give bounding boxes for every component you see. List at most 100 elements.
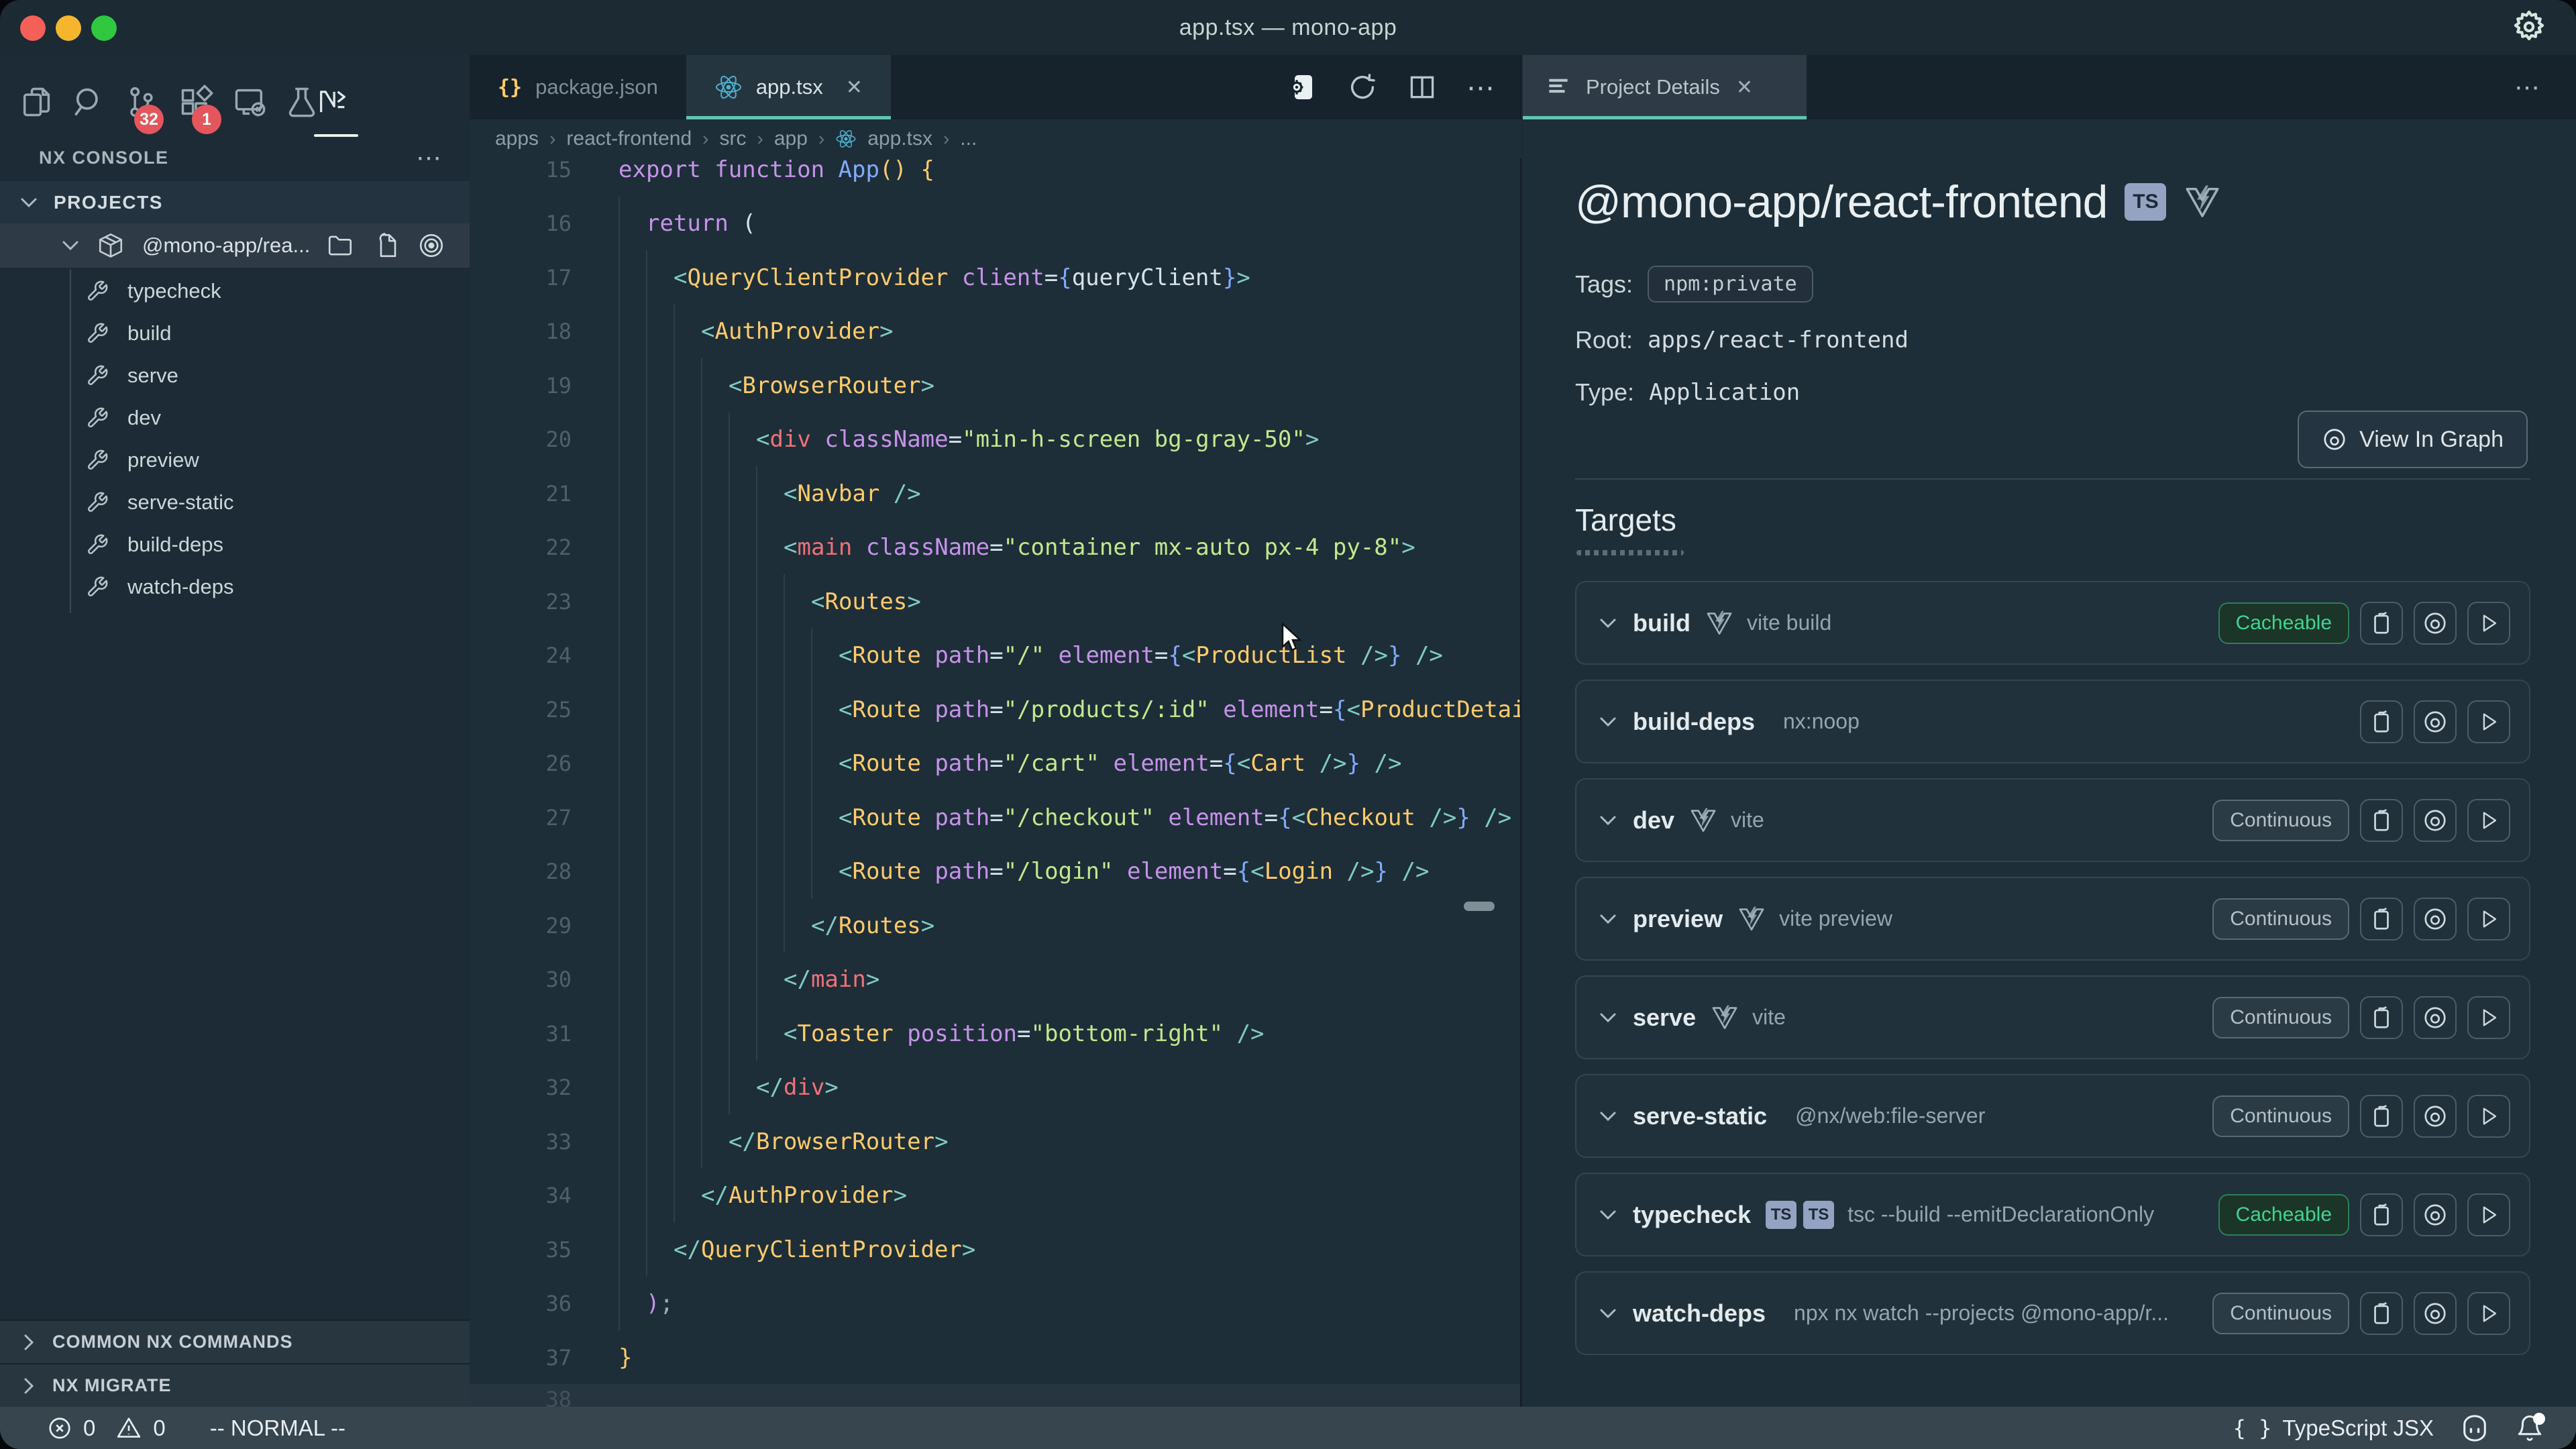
sidebar-target-preview[interactable]: preview bbox=[0, 439, 470, 481]
copy-icon-button[interactable] bbox=[2360, 1193, 2403, 1236]
code-line-21[interactable]: 21<Navbar /> bbox=[470, 466, 1521, 521]
run-target-icon-button[interactable] bbox=[2467, 1292, 2510, 1335]
breadcrumb-item[interactable]: app.tsx bbox=[867, 127, 932, 150]
tab-package-json[interactable]: {} package.json bbox=[470, 55, 686, 119]
breadcrumb-item[interactable]: src bbox=[720, 127, 747, 150]
target-row-preview[interactable]: preview vite preview Continuous bbox=[1575, 877, 2530, 961]
target-row-dev[interactable]: dev vite Continuous bbox=[1575, 778, 2530, 862]
test-beaker-icon[interactable] bbox=[284, 85, 319, 119]
code-line-34[interactable]: 34</AuthProvider> bbox=[470, 1169, 1521, 1223]
code-line-35[interactable]: 35</QueryClientProvider> bbox=[470, 1222, 1521, 1277]
explorer-icon[interactable] bbox=[19, 85, 54, 119]
sidebar-target-build-deps[interactable]: build-deps bbox=[0, 523, 470, 566]
code-line-17[interactable]: 17<QueryClientProvider client={queryClie… bbox=[470, 250, 1521, 305]
copy-icon-button[interactable] bbox=[2360, 996, 2403, 1039]
split-editor-icon[interactable] bbox=[1407, 72, 1437, 102]
view-logs-icon-button[interactable] bbox=[2414, 996, 2457, 1039]
problems-indicator[interactable]: 0 0 -- NORMAL -- bbox=[0, 1415, 345, 1441]
sidebar-more-icon[interactable]: ⋯ bbox=[416, 143, 443, 173]
run-target-icon-button[interactable] bbox=[2467, 1193, 2510, 1236]
target-row-serve-static[interactable]: serve-static @nx/web:file-server Continu… bbox=[1575, 1074, 2530, 1158]
sidebar-target-serve[interactable]: serve bbox=[0, 354, 470, 396]
breadcrumb-item[interactable]: apps bbox=[495, 127, 539, 150]
breadcrumb-item[interactable]: app bbox=[774, 127, 808, 150]
copy-icon-button[interactable] bbox=[2360, 1292, 2403, 1335]
code-line-37[interactable]: 37} bbox=[470, 1330, 1521, 1385]
more-actions-icon[interactable]: ⋯ bbox=[1466, 71, 1495, 104]
search-icon[interactable] bbox=[71, 85, 106, 119]
copilot-icon[interactable] bbox=[2459, 1414, 2490, 1442]
copy-icon-button[interactable] bbox=[2360, 799, 2403, 842]
view-logs-icon-button[interactable] bbox=[2414, 700, 2457, 743]
sidebar-target-typecheck[interactable]: typecheck bbox=[0, 270, 470, 312]
sidebar-project-row[interactable]: @mono-app/rea... bbox=[0, 223, 470, 268]
code-line-27[interactable]: 27<Route path="/checkout" element={<Chec… bbox=[470, 790, 1521, 845]
code-area[interactable]: 15export function App() {16return (17<Qu… bbox=[470, 55, 1521, 1407]
breadcrumb-item[interactable]: react-frontend bbox=[566, 127, 692, 150]
run-target-icon-button[interactable] bbox=[2467, 996, 2510, 1039]
view-logs-icon-button[interactable] bbox=[2414, 1292, 2457, 1335]
open-config-file-icon[interactable] bbox=[372, 231, 400, 260]
code-line-19[interactable]: 19<BrowserRouter> bbox=[470, 358, 1521, 413]
folder-icon[interactable] bbox=[326, 231, 354, 260]
code-line-29[interactable]: 29</Routes> bbox=[470, 898, 1521, 953]
code-line-32[interactable]: 32</div> bbox=[470, 1061, 1521, 1115]
language-mode[interactable]: { } TypeScript JSX bbox=[2233, 1415, 2434, 1441]
editor-panel-divider[interactable] bbox=[1520, 55, 1521, 1407]
breadcrumb-item[interactable]: ... bbox=[960, 127, 977, 150]
refresh-icon[interactable] bbox=[1347, 72, 1378, 103]
target-row-typecheck[interactable]: typecheck TSTS tsc --build --emitDeclara… bbox=[1575, 1173, 2530, 1256]
notifications-bell-icon[interactable] bbox=[2516, 1414, 2544, 1442]
run-target-icon-button[interactable] bbox=[2467, 1095, 2510, 1138]
code-line-23[interactable]: 23<Routes> bbox=[470, 574, 1521, 629]
close-icon[interactable]: ✕ bbox=[1736, 76, 1753, 99]
sidebar-target-dev[interactable]: dev bbox=[0, 396, 470, 439]
section-nx-migrate[interactable]: NX MIGRATE bbox=[0, 1363, 470, 1407]
run-target-icon-button[interactable] bbox=[2467, 700, 2510, 743]
view-logs-icon-button[interactable] bbox=[2414, 1095, 2457, 1138]
sidebar-target-serve-static[interactable]: serve-static bbox=[0, 481, 470, 523]
view-logs-icon-button[interactable] bbox=[2414, 898, 2457, 941]
code-line-18[interactable]: 18<AuthProvider> bbox=[470, 305, 1521, 359]
code-line-25[interactable]: 25<Route path="/products/:id" element={<… bbox=[470, 682, 1521, 737]
view-in-graph-button[interactable]: View In Graph bbox=[2298, 411, 2528, 468]
section-common-nx-commands[interactable]: COMMON NX COMMANDS bbox=[0, 1320, 470, 1363]
projects-section-header[interactable]: PROJECTS bbox=[0, 181, 470, 223]
remote-explorer-icon[interactable] bbox=[232, 85, 267, 119]
code-line-26[interactable]: 26<Route path="/cart" element={<Cart />}… bbox=[470, 737, 1521, 791]
copy-icon-button[interactable] bbox=[2360, 898, 2403, 941]
run-target-icon-button[interactable] bbox=[2467, 799, 2510, 842]
view-logs-icon-button[interactable] bbox=[2414, 602, 2457, 645]
run-target-icon-button[interactable] bbox=[2467, 898, 2510, 941]
scrollbar-thumb[interactable] bbox=[1464, 902, 1495, 911]
code-line-33[interactable]: 33</BrowserRouter> bbox=[470, 1114, 1521, 1169]
panel-more-icon[interactable]: ⋯ bbox=[2514, 72, 2576, 103]
run-target-icon-button[interactable] bbox=[2467, 602, 2510, 645]
target-bullseye-icon[interactable] bbox=[417, 231, 445, 260]
view-logs-icon-button[interactable] bbox=[2414, 1193, 2457, 1236]
view-logs-icon-button[interactable] bbox=[2414, 799, 2457, 842]
target-row-build[interactable]: build vite build Cacheable bbox=[1575, 581, 2530, 665]
copy-icon-button[interactable] bbox=[2360, 602, 2403, 645]
target-row-serve[interactable]: serve vite Continuous bbox=[1575, 975, 2530, 1059]
tab-project-details[interactable]: Project Details ✕ bbox=[1523, 55, 1807, 119]
sidebar-target-build[interactable]: build bbox=[0, 312, 470, 354]
target-row-watch-deps[interactable]: watch-deps npx nx watch --projects @mono… bbox=[1575, 1271, 2530, 1355]
code-line-20[interactable]: 20<div className="min-h-screen bg-gray-5… bbox=[470, 413, 1521, 467]
run-target-icon[interactable] bbox=[1285, 71, 1318, 103]
sidebar-target-watch-deps[interactable]: watch-deps bbox=[0, 566, 470, 608]
copy-icon-button[interactable] bbox=[2360, 1095, 2403, 1138]
settings-gear-icon[interactable] bbox=[2510, 8, 2548, 46]
code-line-31[interactable]: 31<Toaster position="bottom-right" /> bbox=[470, 1006, 1521, 1061]
code-line-16[interactable]: 16return ( bbox=[470, 197, 1521, 251]
nx-console-icon[interactable] bbox=[315, 85, 350, 119]
code-line-30[interactable]: 30</main> bbox=[470, 953, 1521, 1007]
code-line-28[interactable]: 28<Route path="/login" element={<Login /… bbox=[470, 845, 1521, 899]
tab-app-tsx[interactable]: app.tsx ✕ bbox=[686, 55, 891, 119]
target-row-build-deps[interactable]: build-deps nx:noop bbox=[1575, 680, 2530, 763]
close-icon[interactable]: ✕ bbox=[846, 76, 863, 99]
code-line-36[interactable]: 36); bbox=[470, 1277, 1521, 1331]
code-line-24[interactable]: 24<Route path="/" element={<ProductList … bbox=[470, 629, 1521, 683]
code-line-22[interactable]: 22<main className="container mx-auto px-… bbox=[470, 521, 1521, 575]
copy-icon-button[interactable] bbox=[2360, 700, 2403, 743]
